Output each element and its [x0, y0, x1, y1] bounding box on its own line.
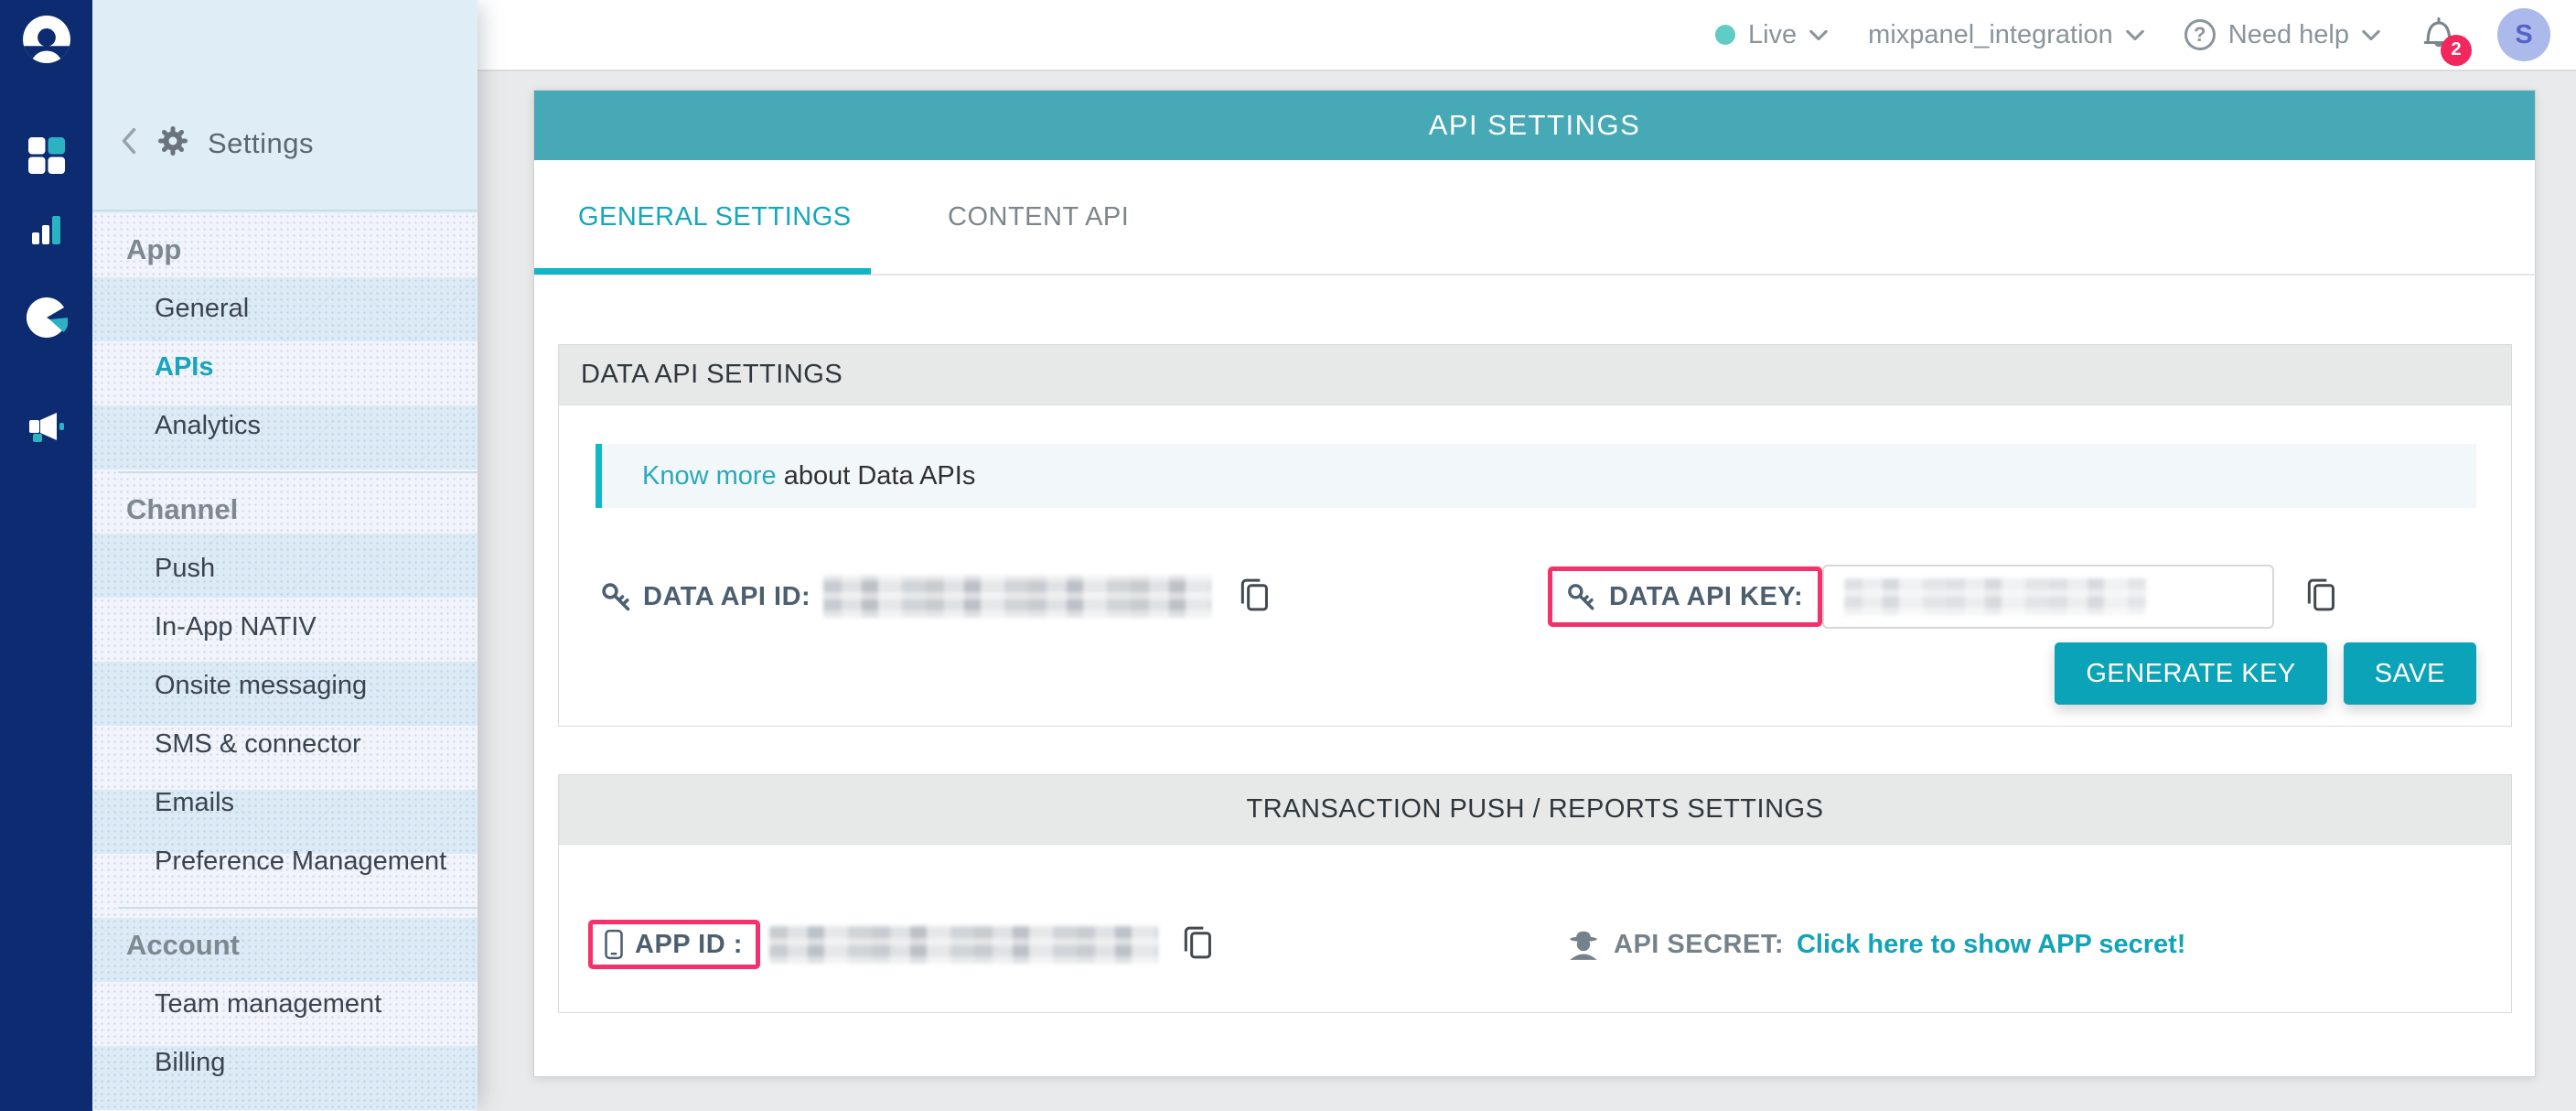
data-api-key-row: DATA API KEY:: [1548, 563, 2338, 631]
data-api-id-label: DATA API ID:: [643, 582, 810, 612]
help-label: Need help: [2228, 20, 2349, 50]
data-api-id-row: DATA API ID:: [599, 566, 1272, 627]
know-more-link[interactable]: Know more: [642, 461, 777, 491]
tab-content-api[interactable]: CONTENT API: [948, 160, 1129, 274]
sidebar-section-label: Account: [92, 916, 478, 975]
sidebar-item-billing[interactable]: Billing: [92, 1033, 478, 1092]
section-header: DATA API SETTINGS: [559, 345, 2511, 405]
chevron-down-icon: [1809, 30, 1828, 40]
apps-grid-icon[interactable]: [27, 135, 67, 180]
chevron-down-icon: [2362, 30, 2380, 40]
sidebar-item-preference-management[interactable]: Preference Management: [92, 832, 478, 890]
gear-icon: [156, 124, 189, 162]
environment-label: Live: [1748, 20, 1797, 50]
icon-rail: [0, 0, 92, 1111]
data-api-key-input[interactable]: [1822, 565, 2274, 629]
sidebar-section-account: Account Team management Billing: [92, 909, 478, 1092]
live-status-dot: [1715, 25, 1735, 45]
key-icon: [599, 580, 632, 613]
copy-icon[interactable]: [1180, 923, 1215, 966]
highlight-box-data-api-key: DATA API KEY:: [1548, 566, 1822, 627]
copy-icon[interactable]: [2303, 576, 2338, 619]
transaction-settings-section: TRANSACTION PUSH / REPORTS SETTINGS APP …: [558, 774, 2512, 1013]
generate-key-button[interactable]: GENERATE KEY: [2055, 642, 2326, 705]
bar-chart-icon[interactable]: [28, 210, 65, 252]
key-icon: [1565, 581, 1596, 612]
app-screen: Settings App General APIs Analytics Chan…: [0, 0, 2576, 1111]
data-api-settings-section: DATA API SETTINGS Know more about Data A…: [558, 344, 2512, 727]
active-tab-underline: [534, 268, 871, 275]
sidebar-item-push[interactable]: Push: [92, 539, 478, 598]
sidebar-item-emails[interactable]: Emails: [92, 773, 478, 832]
settings-sidebar: Settings App General APIs Analytics Chan…: [92, 0, 478, 1111]
sidebar-section-label: Channel: [92, 480, 478, 539]
chevron-down-icon: [2126, 30, 2144, 40]
sidebar-title: Settings: [208, 127, 314, 160]
help-icon: ?: [2184, 19, 2216, 50]
megaphone-icon[interactable]: [27, 409, 67, 450]
know-more-banner: Know more about Data APIs: [596, 444, 2476, 508]
sidebar-item-general[interactable]: General: [92, 279, 478, 338]
sidebar-item-apis[interactable]: APIs: [92, 338, 478, 396]
redacted-app-id-value: [769, 925, 1158, 964]
sidebar-header: Settings: [92, 0, 478, 211]
tab-bar: GENERAL SETTINGS CONTENT API: [534, 160, 2535, 275]
pie-chart-icon[interactable]: [26, 297, 68, 343]
topbar: Live mixpanel_integration ? Need help 2 …: [478, 0, 2576, 71]
save-button[interactable]: SAVE: [2344, 642, 2476, 705]
app-id-label: APP ID :: [635, 930, 743, 960]
data-api-actions: GENERATE KEY SAVE: [2055, 642, 2476, 705]
sidebar-item-team-management[interactable]: Team management: [92, 975, 478, 1033]
sidebar-section-app: App General APIs Analytics: [92, 213, 478, 455]
back-chevron-icon[interactable]: [120, 127, 138, 159]
help-menu[interactable]: ? Need help: [2184, 19, 2380, 50]
tab-general-settings[interactable]: GENERAL SETTINGS: [578, 160, 852, 274]
sidebar-menu: App General APIs Analytics Channel Push …: [92, 213, 478, 1111]
api-secret-label: API SECRET:: [1614, 930, 1784, 960]
api-settings-card: API SETTINGS GENERAL SETTINGS CONTENT AP…: [533, 90, 2536, 1077]
api-secret-row: API SECRET: Click here to show APP secre…: [1566, 920, 2185, 969]
sidebar-section-label: App: [92, 221, 478, 279]
sidebar-item-inapp-nativ[interactable]: In-App NATIV: [92, 598, 478, 656]
project-switcher[interactable]: mixpanel_integration: [1868, 20, 2144, 50]
sidebar-item-sms-connector[interactable]: SMS & connector: [92, 715, 478, 773]
sidebar-item-analytics[interactable]: Analytics: [92, 396, 478, 455]
spy-icon: [1566, 928, 1601, 961]
page-title: API SETTINGS: [534, 91, 2535, 160]
know-more-text: about Data APIs: [777, 461, 976, 491]
sidebar-item-onsite-messaging[interactable]: Onsite messaging: [92, 656, 478, 715]
redacted-data-api-id-value: [823, 576, 1211, 618]
notification-badge: 2: [2441, 35, 2472, 66]
notifications-button[interactable]: 2: [2420, 14, 2457, 57]
brand-logo[interactable]: [22, 15, 71, 69]
show-app-secret-link[interactable]: Click here to show APP secret!: [1797, 930, 2185, 960]
data-api-key-label: DATA API KEY:: [1609, 582, 1803, 612]
highlight-box-app-id: APP ID :: [588, 920, 760, 969]
copy-icon[interactable]: [1237, 576, 1272, 619]
project-name: mixpanel_integration: [1868, 20, 2113, 50]
environment-switcher[interactable]: Live: [1715, 20, 1828, 50]
redacted-data-api-key-value: [1844, 578, 2146, 615]
phone-icon: [604, 929, 624, 960]
section-header: TRANSACTION PUSH / REPORTS SETTINGS: [559, 775, 2511, 845]
app-id-row: APP ID :: [588, 912, 1215, 976]
avatar[interactable]: S: [2497, 8, 2550, 61]
sidebar-section-channel: Channel Push In-App NATIV Onsite messagi…: [92, 473, 478, 890]
